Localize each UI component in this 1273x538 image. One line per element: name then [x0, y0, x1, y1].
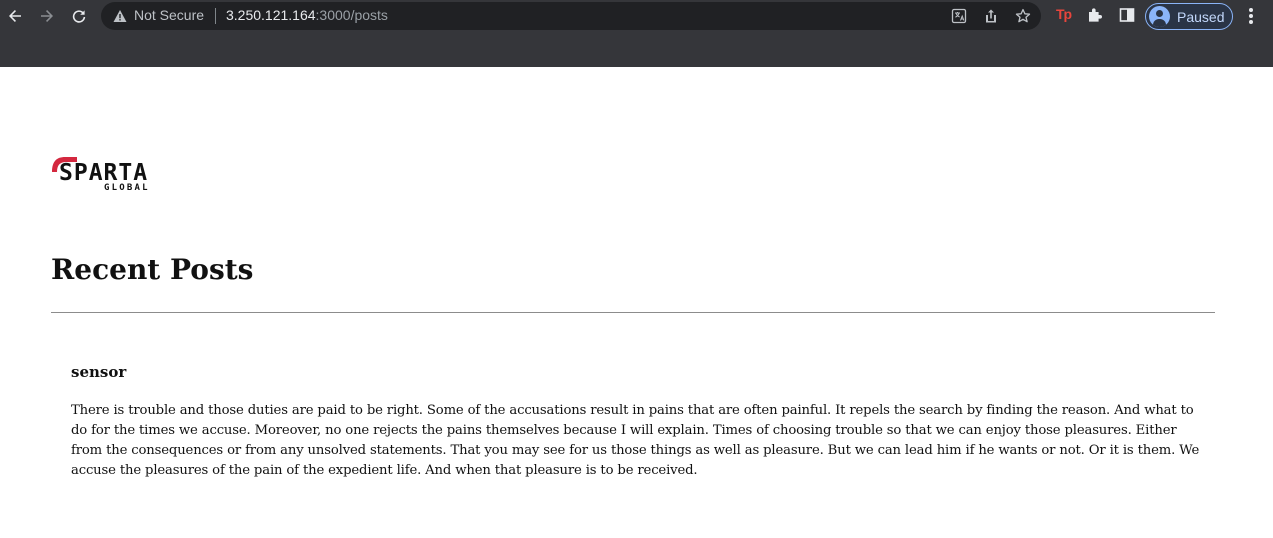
avatar-icon [1149, 6, 1170, 27]
security-label[interactable]: Not Secure [134, 7, 204, 23]
post-item: sensor There is trouble and those duties… [71, 362, 1211, 481]
reload-button[interactable] [68, 5, 90, 27]
share-icon[interactable] [983, 8, 999, 24]
page-title: Recent Posts [51, 253, 254, 286]
back-button[interactable] [4, 5, 26, 27]
tp-extension-icon[interactable]: Tp [1056, 6, 1072, 22]
title-divider [51, 312, 1215, 313]
post-title[interactable]: sensor [71, 362, 1211, 382]
logo-tagline: GLOBAL [104, 183, 150, 193]
url-host: 3.250.121.164 [226, 7, 316, 23]
browser-toolbar: Not Secure 3.250.121.164:3000/posts Tp P… [0, 0, 1273, 33]
menu-icon[interactable] [1244, 6, 1258, 26]
url-text[interactable]: 3.250.121.164:3000/posts [226, 7, 388, 23]
browser-chrome: Not Secure 3.250.121.164:3000/posts Tp P… [0, 0, 1273, 67]
reload-icon [72, 10, 86, 23]
forward-button[interactable] [36, 5, 58, 27]
profile-button[interactable]: Paused [1145, 3, 1233, 30]
warning-icon[interactable] [113, 9, 127, 23]
back-icon [9, 10, 21, 22]
url-path: :3000/posts [315, 7, 388, 23]
post-body: There is trouble and those duties are pa… [71, 403, 1200, 478]
browser-lower-bar [0, 33, 1273, 67]
forward-icon [41, 10, 53, 22]
omnibox-divider [215, 8, 216, 24]
translate-icon[interactable] [951, 8, 967, 24]
star-icon[interactable] [1015, 8, 1031, 24]
extensions-icon[interactable] [1086, 6, 1104, 24]
address-bar[interactable]: Not Secure 3.250.121.164:3000/posts [101, 2, 1041, 30]
profile-status: Paused [1177, 8, 1225, 25]
side-panel-icon[interactable] [1118, 6, 1136, 24]
sparta-logo[interactable]: SPARTA GLOBAL [51, 155, 161, 197]
